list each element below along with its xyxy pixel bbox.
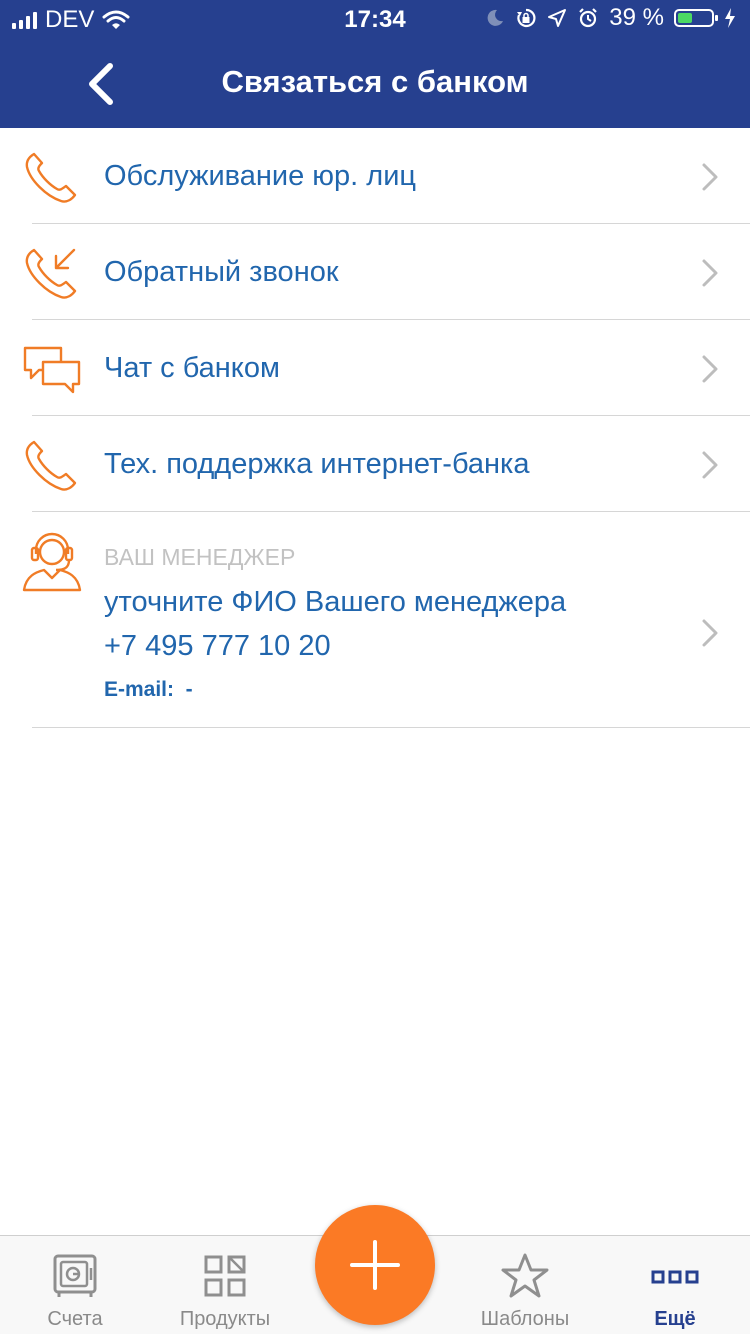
location-arrow-icon — [548, 9, 567, 27]
manager-phone[interactable]: +7 495 777 10 20 — [104, 630, 331, 663]
callback-icon — [25, 248, 77, 299]
grid-icon — [204, 1255, 246, 1297]
tab-label: Ещё — [654, 1308, 696, 1330]
chevron-right-icon — [702, 451, 718, 479]
page-title: Связаться с банком — [221, 64, 529, 99]
alarm-icon — [579, 8, 598, 28]
menu-item-label: Обслуживание юр. лиц — [104, 160, 417, 192]
star-icon — [501, 1253, 549, 1298]
chevron-right-icon — [702, 619, 718, 647]
status-right: 39 % — [485, 4, 736, 32]
manager-card[interactable]: ВАШ МЕНЕДЖЕР уточните ФИО Вашего менедже… — [0, 512, 750, 728]
tab-label: Счета — [47, 1308, 103, 1330]
tab-accounts[interactable]: Счета — [0, 1236, 150, 1334]
moon-icon — [487, 9, 504, 26]
rotation-lock-icon — [517, 8, 536, 28]
headset-operator-icon — [22, 532, 82, 592]
menu-item-label: Тех. поддержка интернет-банка — [104, 448, 530, 480]
manager-email: E-mail: - — [104, 678, 193, 701]
app-header: DEV 17:34 39 % Связаться с банком — [0, 0, 750, 128]
chevron-right-icon — [702, 163, 718, 191]
menu-item-label: Чат с банком — [104, 352, 280, 384]
phone-icon — [25, 152, 77, 203]
manager-caption: ВАШ МЕНЕДЖЕР — [104, 544, 296, 570]
contact-list: Обслуживание юр. лиц Обратный звонок Чат… — [0, 128, 750, 728]
tab-templates[interactable]: Шаблоны — [450, 1236, 600, 1334]
battery-icon — [674, 9, 718, 27]
status-bar: DEV 17:34 39 % — [0, 0, 750, 40]
phone-icon — [25, 440, 77, 491]
tab-products[interactable]: Продукты — [150, 1236, 300, 1334]
menu-item-callback[interactable]: Обратный звонок — [0, 224, 750, 320]
tab-more[interactable]: Ещё — [600, 1236, 750, 1334]
safe-icon — [53, 1254, 97, 1297]
tab-label: Шаблоны — [480, 1308, 570, 1330]
chat-icon — [23, 346, 81, 394]
divider — [32, 727, 750, 728]
chevron-right-icon — [702, 355, 718, 383]
menu-item-tech-support[interactable]: Тех. поддержка интернет-банка — [0, 416, 750, 512]
battery-percent: 39 % — [609, 4, 664, 31]
menu-item-label: Обратный звонок — [104, 256, 339, 288]
plus-icon — [350, 1240, 400, 1290]
add-button[interactable] — [315, 1205, 435, 1325]
more-icon — [651, 1270, 699, 1284]
manager-name: уточните ФИО Вашего менеджера — [104, 586, 567, 618]
charging-bolt-icon — [725, 8, 735, 28]
menu-item-legal-service[interactable]: Обслуживание юр. лиц — [0, 128, 750, 224]
tab-label: Продукты — [179, 1308, 271, 1330]
menu-item-chat[interactable]: Чат с банком — [0, 320, 750, 416]
chevron-right-icon — [702, 259, 718, 287]
